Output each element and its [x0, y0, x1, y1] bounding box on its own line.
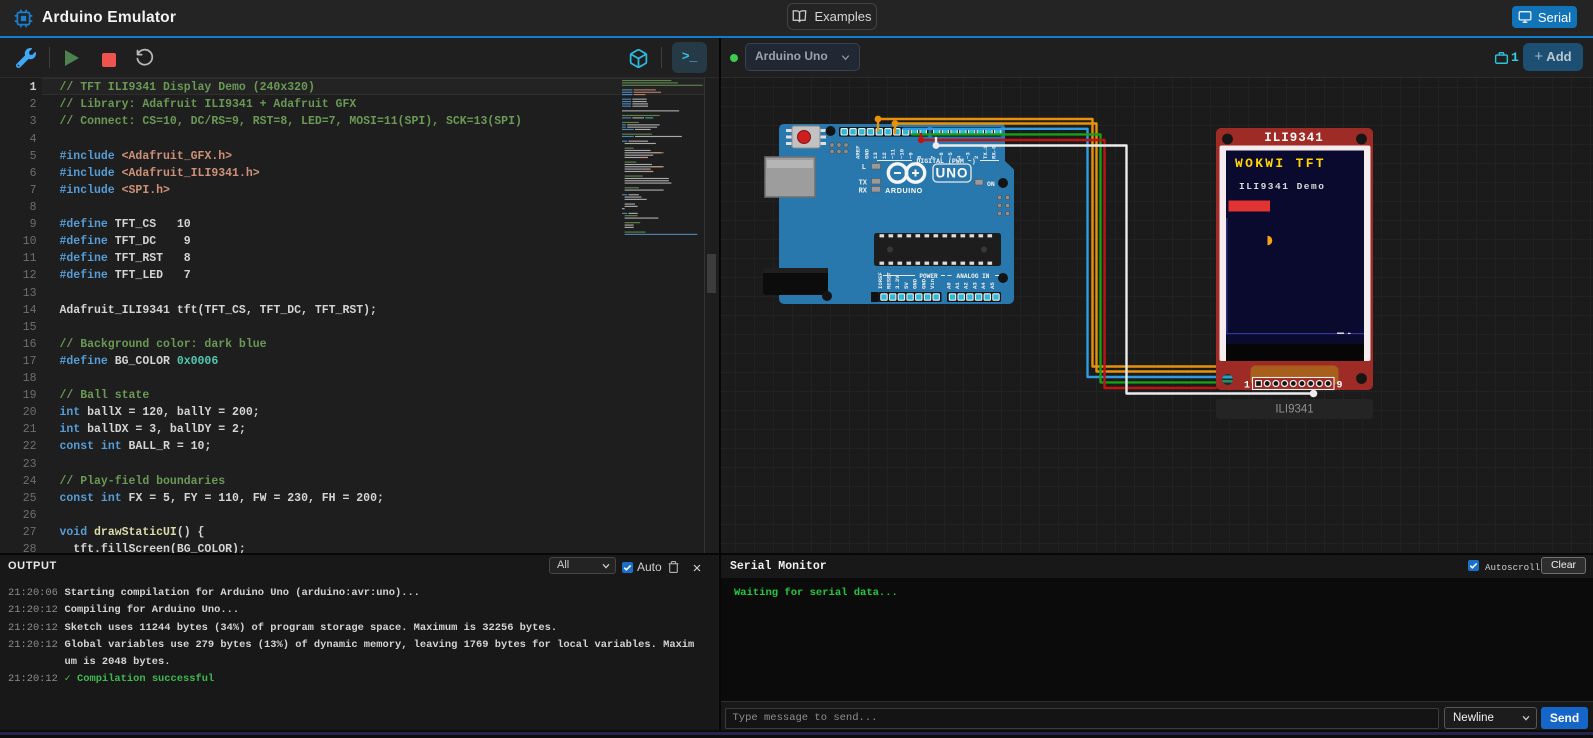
- svg-text:RX: RX: [859, 188, 868, 196]
- svg-text:GND: GND: [920, 278, 927, 289]
- svg-text:A3: A3: [971, 282, 978, 289]
- svg-text:5V: 5V: [903, 282, 910, 289]
- svg-text:GND: GND: [863, 148, 870, 159]
- svg-text:WOKWI TFT: WOKWI TFT: [1235, 156, 1326, 171]
- svg-text:TX→1: TX→1: [982, 145, 989, 159]
- svg-text:A0: A0: [945, 282, 952, 289]
- svg-text:~9: ~9: [907, 152, 914, 159]
- svg-text:1: 1: [1244, 381, 1250, 392]
- svg-text:3.3V: 3.3V: [894, 275, 901, 289]
- svg-text:A2: A2: [963, 282, 970, 289]
- svg-text:GND: GND: [912, 278, 919, 289]
- svg-text:9: 9: [1337, 381, 1343, 392]
- svg-text:ILI9341: ILI9341: [1264, 131, 1324, 145]
- svg-text:ON: ON: [987, 181, 995, 188]
- svg-text:Vin: Vin: [929, 278, 936, 289]
- svg-text:ILI9341: ILI9341: [1275, 404, 1313, 416]
- svg-text:RESET: RESET: [886, 272, 893, 289]
- svg-text:L: L: [862, 164, 866, 172]
- svg-text:A4: A4: [980, 282, 987, 289]
- svg-text:ARDUINO: ARDUINO: [885, 186, 923, 195]
- svg-text:ILI9341 Demo: ILI9341 Demo: [1239, 181, 1325, 192]
- svg-text:A5: A5: [989, 282, 996, 289]
- svg-text:~11: ~11: [890, 148, 897, 159]
- svg-text:RX←0: RX←0: [991, 145, 998, 159]
- svg-text:ANALOG IN: ANALOG IN: [957, 273, 990, 280]
- svg-text:12: 12: [881, 152, 888, 159]
- svg-text:UNO: UNO: [936, 166, 969, 181]
- svg-text:A1: A1: [954, 282, 961, 289]
- svg-text:TX: TX: [859, 180, 868, 188]
- svg-text:AREF: AREF: [855, 145, 862, 159]
- svg-text:~10: ~10: [899, 148, 906, 159]
- svg-text:IOREF: IOREF: [877, 272, 884, 289]
- svg-text:13: 13: [872, 152, 879, 159]
